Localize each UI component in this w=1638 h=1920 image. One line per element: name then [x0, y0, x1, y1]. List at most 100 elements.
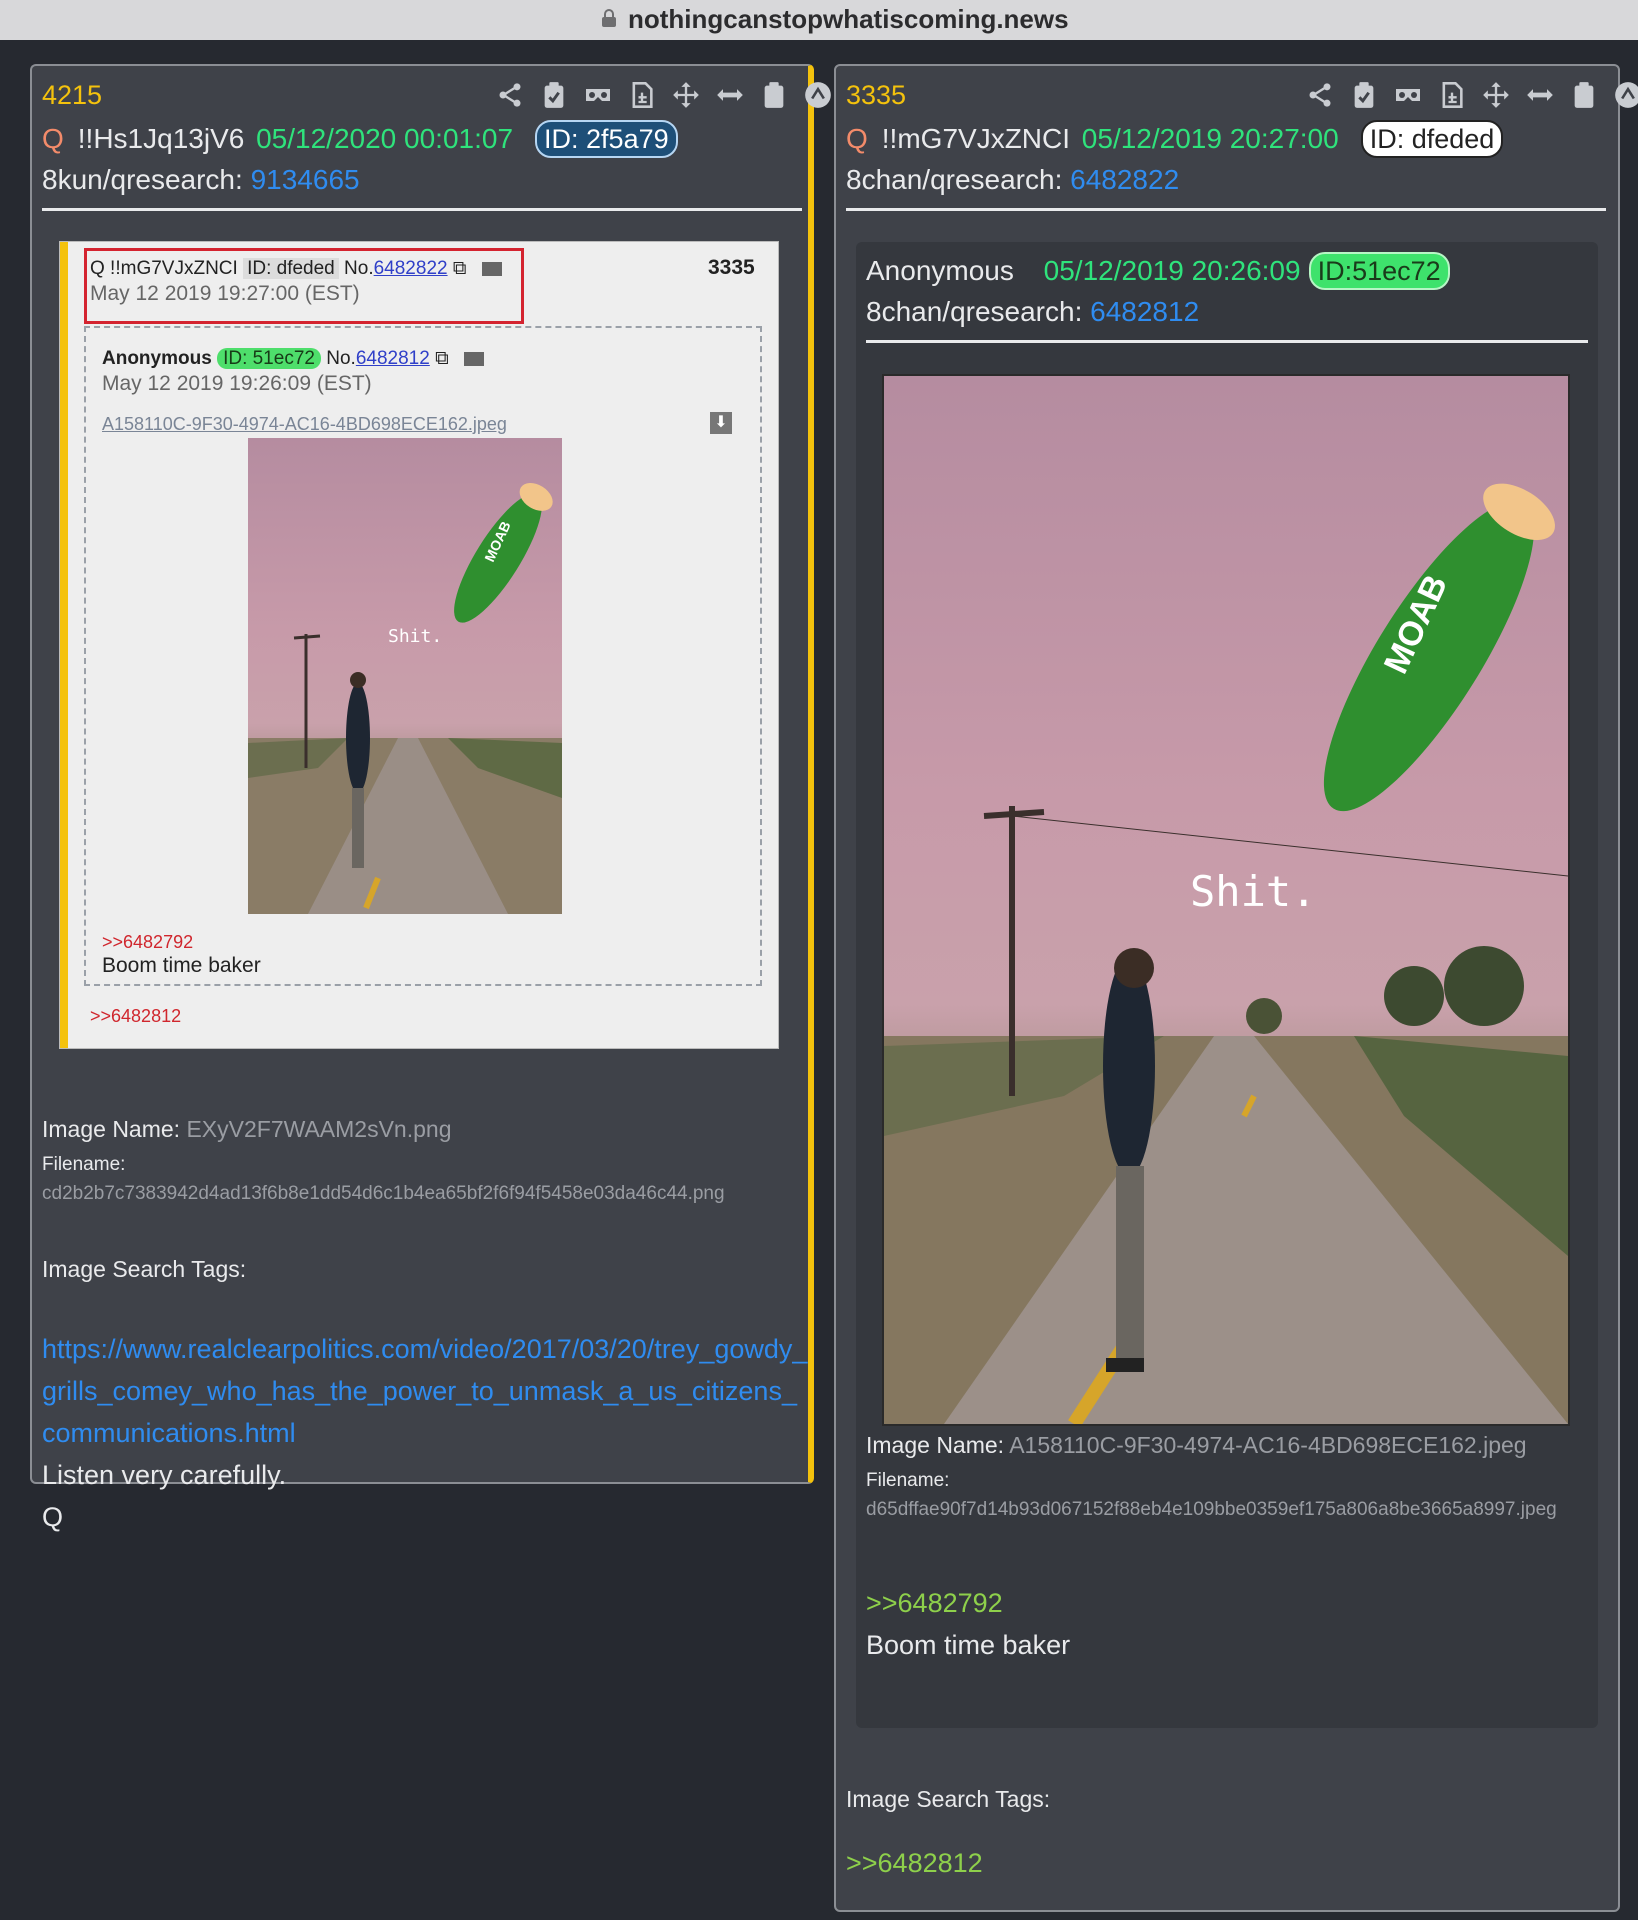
- shot-inner-file: A158110C-9F30-4974-AC16-4BD698ECE162.jpe…: [102, 414, 507, 434]
- post-card-3335: 3335 Q !!mG7VJxZNCI 05/12/2019 20:27:00 ID…: [834, 64, 1638, 1912]
- board-name: 8kun/qresearch:: [42, 164, 243, 195]
- document-icon[interactable]: [626, 81, 657, 109]
- post-body-line1: Listen very carefully.: [42, 1460, 287, 1490]
- post-number[interactable]: 4215: [42, 80, 102, 111]
- header-divider: [42, 208, 802, 211]
- resize-horizontal-icon[interactable]: [1524, 81, 1555, 109]
- quoted-name: Anonymous: [866, 255, 1014, 286]
- shot-inner-quote: >>6482792: [102, 932, 194, 952]
- move-icon[interactable]: [1480, 81, 1511, 109]
- document-icon[interactable]: [1436, 81, 1467, 109]
- q-label: Q: [42, 123, 64, 154]
- q-label: Q: [846, 123, 868, 154]
- vr-glasses-icon[interactable]: [1392, 81, 1423, 109]
- post-link[interactable]: https://www.realclearpolitics.com/video/…: [42, 1328, 808, 1454]
- tripcode: !!Hs1Jq13jV6: [77, 123, 245, 154]
- shot-header-line: Q !!mG7VJxZNCI ID: dfeded No.6482822 ⧉: [90, 258, 502, 280]
- quoted-board-line: 8chan/qresearch: 6482812: [866, 296, 1199, 328]
- quoted-board-name: 8chan/qresearch:: [866, 296, 1083, 327]
- quoted-date: 05/12/2019 20:26:09: [1043, 255, 1301, 286]
- shot-inner-no-label: No.: [326, 348, 356, 369]
- poster-id-badge[interactable]: ID: dfeded: [1360, 120, 1504, 158]
- quoted-filename-value: d65dffae90f7d14b93d067152f88eb4e109bbe03…: [866, 1499, 1557, 1520]
- up-arrow-circle-icon[interactable]: [802, 81, 833, 109]
- quoted-divider: [866, 340, 1588, 343]
- board-post-link[interactable]: 9134665: [251, 164, 360, 195]
- share-icon[interactable]: [494, 81, 525, 109]
- shot-inner-no-link: 6482812: [355, 348, 430, 369]
- clipboard-icon[interactable]: [1568, 81, 1599, 109]
- quoted-board-link[interactable]: 6482812: [1090, 296, 1199, 327]
- post-date: 05/12/2019 20:27:00: [1081, 123, 1339, 154]
- quoted-image-name-label: Image Name:: [866, 1432, 1005, 1458]
- post-toolbar: [494, 80, 833, 110]
- move-icon[interactable]: [670, 81, 701, 109]
- share-icon[interactable]: [1304, 81, 1335, 109]
- image-name-label: Image Name:: [42, 1116, 181, 1142]
- post-body-line2: Q: [42, 1502, 64, 1532]
- quoted-filename-label: Filename:: [866, 1470, 950, 1491]
- shot-header-date: May 12 2019 19:27:00 (EST): [90, 282, 360, 305]
- quoted-body: >>6482792 Boom time baker: [866, 1582, 1070, 1666]
- header-divider: [846, 208, 1606, 211]
- post-screenshot-image[interactable]: Q !!mG7VJxZNCI ID: dfeded No.6482822 ⧉ M…: [60, 242, 778, 1048]
- quoted-quote-link[interactable]: >>6482792: [866, 1582, 1070, 1624]
- quoted-image-name-line: Image Name: A158110C-9F30-4974-AC16-4BD6…: [866, 1432, 1527, 1459]
- post-header: Q !!Hs1Jq13jV6 05/12/2020 00:01:07 ID: 2f5…: [42, 120, 678, 158]
- folder-icon: [481, 261, 502, 276]
- shot-inner-photo: MOAB Shit.: [248, 438, 562, 914]
- image-text: Shit.: [1190, 867, 1316, 916]
- shot-inner-body: Boom time baker: [102, 954, 261, 977]
- image-search-tags-label: Image Search Tags:: [42, 1256, 247, 1282]
- board-line: 8chan/qresearch: 6482822: [846, 164, 1179, 196]
- shot-trip: Q !!mG7VJxZNCI: [90, 258, 238, 279]
- poster-id-badge[interactable]: ID: 2f5a79: [535, 120, 678, 158]
- clipboard-check-icon[interactable]: [1348, 81, 1379, 109]
- shot-image-text: Shit.: [388, 626, 442, 647]
- board-name: 8chan/qresearch:: [846, 164, 1063, 195]
- post-date: 05/12/2020 00:01:07: [256, 123, 514, 154]
- quoted-post-header: Anonymous 05/12/2019 20:26:09 ID:51ec72: [866, 252, 1450, 290]
- shot-inner-date: May 12 2019 19:26:09 (EST): [102, 372, 372, 395]
- shot-postnum: 3335: [708, 256, 755, 279]
- post-header: Q !!mG7VJxZNCI 05/12/2019 20:27:00 ID: dfe…: [846, 120, 1504, 158]
- shot-outer-quote: >>6482812: [90, 1006, 182, 1026]
- lock-icon: [602, 9, 616, 27]
- external-link-icon: ⧉: [452, 258, 467, 279]
- shot-no-link: 6482822: [373, 258, 448, 279]
- quoted-post: Anonymous 05/12/2019 20:26:09 ID:51ec72 8…: [856, 242, 1598, 1728]
- shot-inner-name: Anonymous: [102, 348, 212, 369]
- up-arrow-circle-icon[interactable]: [1612, 81, 1638, 109]
- post-number[interactable]: 3335: [846, 80, 906, 111]
- post-toolbar: [1304, 80, 1638, 110]
- filename-value: cd2b2b7c7383942d4ad13f6b8e1dd54d6c1b4ea6…: [42, 1183, 725, 1204]
- external-link-icon: ⧉: [435, 348, 449, 369]
- shot-no-label: No.: [344, 258, 374, 279]
- quoted-post-image[interactable]: MOAB Shit.: [884, 376, 1568, 1424]
- board-post-link[interactable]: 6482822: [1070, 164, 1179, 195]
- folder-icon: [463, 351, 484, 366]
- image-name-value[interactable]: EXyV2F7WAAM2sVn.png: [186, 1116, 451, 1142]
- resize-horizontal-icon[interactable]: [714, 81, 745, 109]
- shot-inner-header: Anonymous ID: 51ec72 No.6482812 ⧉: [102, 348, 484, 370]
- post-body: https://www.realclearpolitics.com/video/…: [42, 1328, 808, 1538]
- shot-inner-post: Anonymous ID: 51ec72 No.6482812 ⧉ May 12…: [84, 326, 762, 986]
- browser-url-bar[interactable]: nothingcanstopwhatiscoming.news: [0, 0, 1638, 40]
- url-text[interactable]: nothingcanstopwhatiscoming.news: [628, 4, 1069, 35]
- download-icon: ⬇: [710, 412, 732, 434]
- clipboard-check-icon[interactable]: [538, 81, 569, 109]
- quoted-body-text: Boom time baker: [866, 1630, 1071, 1660]
- quoted-image-name-value[interactable]: A158110C-9F30-4974-AC16-4BD698ECE162.jpe…: [1009, 1432, 1526, 1458]
- post-quote-link[interactable]: >>6482812: [846, 1842, 983, 1884]
- quoted-id-badge[interactable]: ID:51ec72: [1308, 252, 1450, 290]
- clipboard-icon[interactable]: [758, 81, 789, 109]
- board-line: 8kun/qresearch: 9134665: [42, 164, 360, 196]
- shot-id: ID: dfeded: [243, 258, 339, 279]
- post-card-4215: 4215 Q !!Hs1Jq13jV6 05/12/2020 00:01:07 ID…: [30, 64, 831, 1532]
- tripcode: !!mG7VJxZNCI: [881, 123, 1071, 154]
- vr-glasses-icon[interactable]: [582, 81, 613, 109]
- shot-inner-id: ID: 51ec72: [217, 348, 321, 369]
- image-name-line: Image Name: EXyV2F7WAAM2sVn.png: [42, 1116, 452, 1143]
- image-search-tags-label: Image Search Tags:: [846, 1786, 1051, 1812]
- filename-label: Filename:: [42, 1154, 126, 1175]
